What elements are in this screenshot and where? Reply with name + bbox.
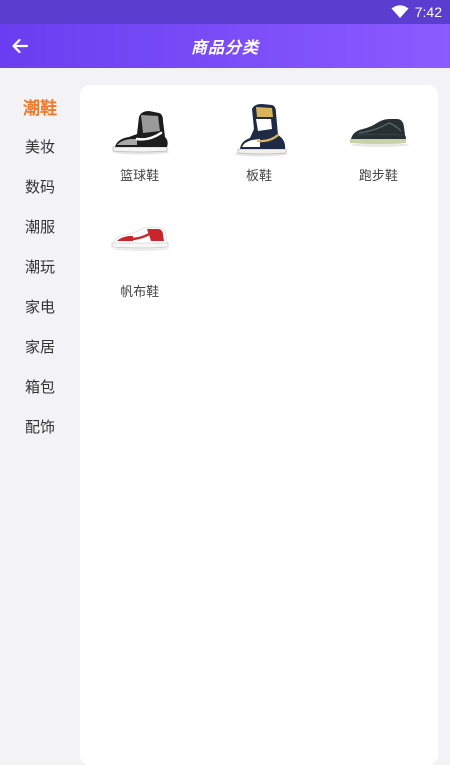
back-button[interactable] (6, 32, 34, 60)
arrow-left-icon (12, 38, 29, 54)
product-name: 篮球鞋 (120, 169, 160, 184)
knit-running-shoe-dark-image (350, 119, 410, 147)
sidebar-item-sneakers[interactable]: 潮鞋 (0, 86, 80, 126)
product-running-shoes[interactable]: 跑步鞋 (319, 101, 438, 201)
product-name: 跑步鞋 (358, 169, 398, 184)
product-panel: 篮球鞋 板鞋 跑步鞋 帆布鞋 (80, 85, 438, 765)
product-skate-shoes[interactable]: 板鞋 (199, 101, 318, 201)
product-name: 板鞋 (245, 169, 272, 184)
sidebar-item-home[interactable]: 家居 (0, 326, 80, 366)
app-bar: 商品分类 (0, 24, 450, 68)
wifi-icon (391, 5, 409, 18)
product-name: 帆布鞋 (120, 285, 160, 300)
sidebar-item-apparel[interactable]: 潮服 (0, 206, 80, 246)
status-bar: 7:42 (0, 0, 450, 24)
sidebar-item-beauty[interactable]: 美妆 (0, 126, 80, 166)
sidebar-item-bags[interactable]: 箱包 (0, 366, 80, 406)
product-grid: 篮球鞋 板鞋 跑步鞋 帆布鞋 (80, 85, 438, 317)
product-basketball-shoes[interactable]: 篮球鞋 (80, 101, 199, 201)
sidebar-item-accessories[interactable]: 配饰 (0, 406, 80, 446)
sidebar-item-digital[interactable]: 数码 (0, 166, 80, 206)
high-top-sneaker-navy-gold-image (234, 104, 287, 157)
page-title: 商品分类 (190, 38, 259, 57)
sidebar-item-appliances[interactable]: 家电 (0, 286, 80, 326)
sidebar-item-toys[interactable]: 潮玩 (0, 246, 80, 286)
high-top-sneaker-grey-image (112, 111, 169, 155)
low-top-sneaker-red-image (111, 226, 169, 251)
status-time: 7:42 (414, 4, 442, 20)
category-sidebar: 潮鞋 美妆 数码 潮服 潮玩 家电 家居 箱包 配饰 (0, 68, 80, 750)
product-canvas-shoes[interactable]: 帆布鞋 (80, 217, 199, 317)
